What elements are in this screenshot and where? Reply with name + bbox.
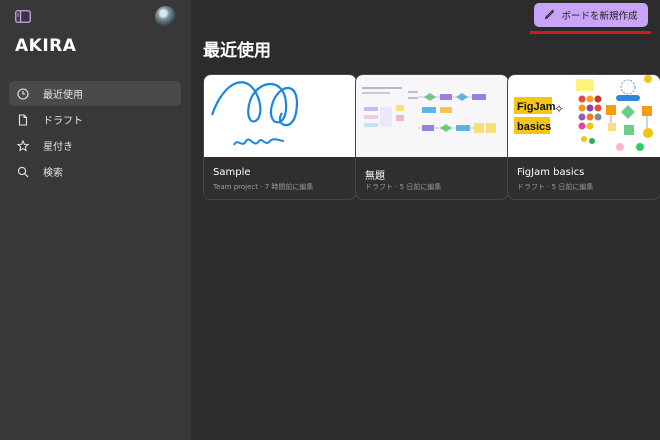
pen-icon	[544, 8, 555, 22]
clock-icon	[17, 87, 29, 100]
sidebar-item-label: 最近使用	[43, 90, 83, 101]
sidebar-item-recent[interactable]: 最近使用	[9, 81, 181, 106]
sidebar-item-search[interactable]: 検索	[9, 159, 181, 184]
file-title: FigJam basics	[517, 167, 585, 178]
thumb-text-figjam: FigJam	[517, 101, 556, 113]
sidebar-item-drafts[interactable]: ドラフト	[9, 107, 181, 132]
new-board-button[interactable]: ボードを新規作成	[534, 3, 648, 27]
sidebar-item-label: 検索	[43, 168, 63, 179]
file-meta: ドラフト · 5 日前に編集	[365, 183, 442, 191]
file-title: Sample	[213, 167, 251, 178]
new-board-label: ボードを新規作成	[561, 11, 638, 22]
thumb-text-basics: basics	[517, 121, 551, 133]
file-thumbnail	[204, 75, 356, 157]
sidebar-item-label: 星付き	[43, 142, 73, 153]
file-thumbnail	[356, 75, 508, 157]
file-card-untitled[interactable]: 無題 ドラフト · 5 日前に編集	[355, 74, 509, 200]
svg-text:✧: ✧	[554, 102, 564, 116]
file-meta: ドラフト · 5 日前に編集	[517, 183, 594, 191]
file-card-sample[interactable]: Sample Team project · 7 時間前に編集	[203, 74, 357, 200]
avatar[interactable]	[155, 6, 176, 27]
annotation-underline	[530, 31, 651, 34]
file-icon	[17, 113, 29, 126]
sidebar-item-starred[interactable]: 星付き	[9, 133, 181, 158]
file-meta: Team project · 7 時間前に編集	[213, 183, 314, 191]
sidebar-item-label: ドラフト	[43, 116, 83, 127]
sidebar-toggle-icon[interactable]	[14, 8, 32, 24]
page-title: 最近使用	[203, 41, 271, 61]
file-title: 無題	[365, 171, 385, 182]
search-icon	[17, 166, 29, 178]
file-card-figjam-basics[interactable]: FigJam basics ✧ FigJam basics ドラフト · 5 日…	[507, 74, 660, 200]
star-icon	[17, 139, 29, 152]
user-name: AKIRA	[15, 36, 77, 56]
sidebar-nav: 最近使用 ドラフト 星付き 検索	[9, 81, 181, 185]
file-thumbnail: FigJam basics ✧	[508, 75, 660, 157]
sidebar: AKIRA 最近使用 ドラフト 星付き 検索	[0, 0, 191, 440]
